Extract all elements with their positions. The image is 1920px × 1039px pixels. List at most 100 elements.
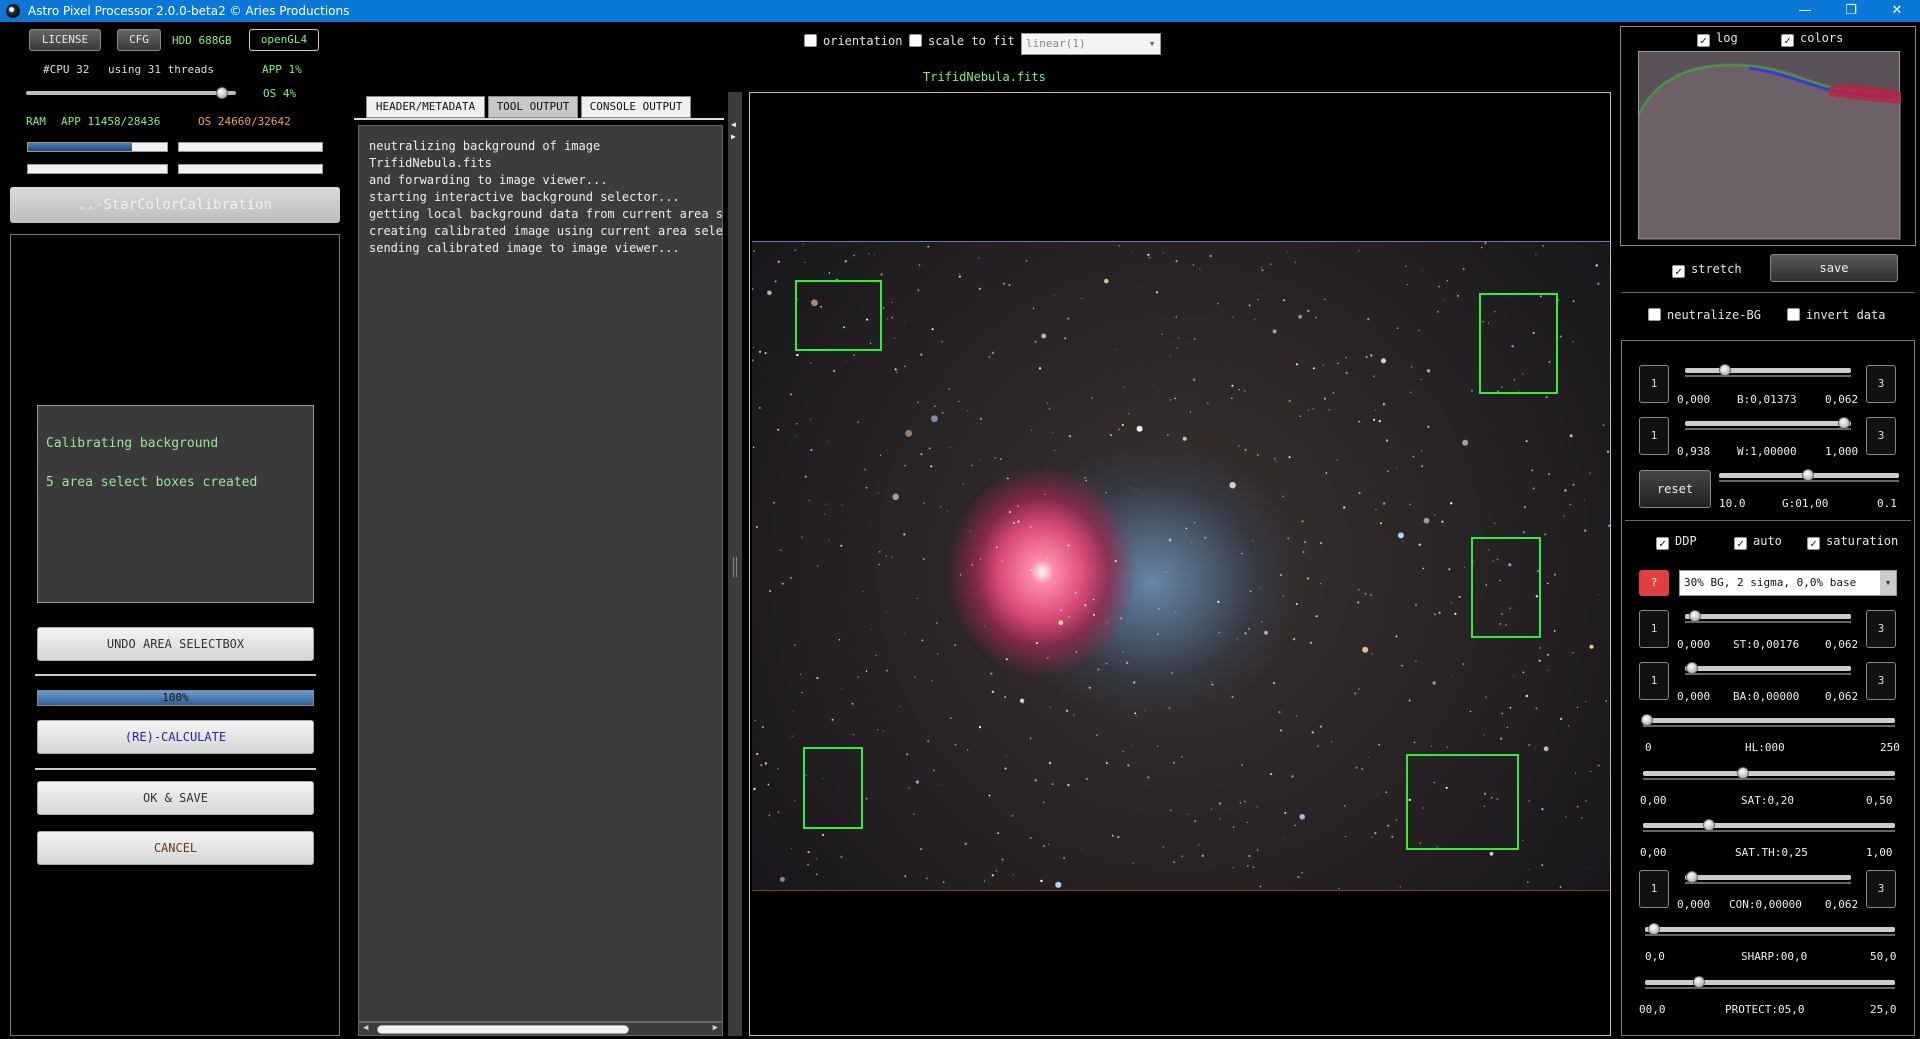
ok-save-button[interactable]: OK & SAVE xyxy=(37,781,314,815)
colors-checkbox-box[interactable]: ✓ xyxy=(1781,34,1794,47)
invert-data-checkbox[interactable]: invert data xyxy=(1787,308,1885,322)
sat-slider[interactable] xyxy=(1643,771,1895,780)
b-slider-knob[interactable] xyxy=(1719,364,1731,376)
hl-slider[interactable] xyxy=(1643,718,1895,727)
scale-to-fit-checkbox-box[interactable] xyxy=(909,34,922,47)
b-slider[interactable] xyxy=(1685,368,1851,377)
ba-increase-button[interactable]: 3 xyxy=(1866,662,1896,700)
os-cpu-label: OS 4% xyxy=(263,87,297,100)
w-decrease-button[interactable]: 1 xyxy=(1639,417,1669,455)
ba-decrease-button[interactable]: 1 xyxy=(1639,662,1669,700)
scale-to-fit-checkbox[interactable]: scale to fit xyxy=(909,34,1015,48)
st-slider-knob[interactable] xyxy=(1689,610,1701,622)
star xyxy=(1256,806,1258,808)
protect-slider[interactable] xyxy=(1645,980,1895,989)
ddp-checkbox[interactable]: ✓ DDP xyxy=(1656,534,1697,550)
con-slider[interactable] xyxy=(1685,875,1851,884)
cancel-button[interactable]: CANCEL xyxy=(37,831,314,865)
con-increase-button[interactable]: 3 xyxy=(1866,870,1896,908)
w-slider-knob[interactable] xyxy=(1838,417,1850,429)
protect-slider-knob[interactable] xyxy=(1693,976,1705,988)
scroll-right-icon[interactable]: ▶ xyxy=(713,1023,718,1033)
save-button[interactable]: save xyxy=(1770,254,1898,282)
stretch-checkbox-box[interactable]: ✓ xyxy=(1672,265,1685,278)
neutralize-bg-checkbox-box[interactable] xyxy=(1648,308,1661,321)
area-select-box[interactable] xyxy=(1471,537,1541,638)
star xyxy=(988,794,991,797)
w-slider[interactable] xyxy=(1685,421,1851,430)
stretch-mode-select[interactable]: linear(1) ▾ xyxy=(1021,33,1161,55)
threads-slider[interactable] xyxy=(26,91,236,95)
astro-image[interactable] xyxy=(752,241,1610,891)
saturation-checkbox-box[interactable]: ✓ xyxy=(1807,537,1820,550)
sharp-slider-knob[interactable] xyxy=(1648,923,1660,935)
ba-slider-knob[interactable] xyxy=(1686,662,1698,674)
auto-checkbox[interactable]: ✓ auto xyxy=(1734,534,1782,550)
b-increase-button[interactable]: 3 xyxy=(1866,365,1896,403)
g-slider-knob[interactable] xyxy=(1802,469,1814,481)
help-button[interactable]: ? xyxy=(1639,570,1669,596)
stretch-checkbox[interactable]: ✓ stretch xyxy=(1672,262,1742,278)
star xyxy=(1229,482,1236,489)
undo-area-selectbox-button[interactable]: UNDO AREA SELECTBOX xyxy=(37,627,314,661)
reset-button[interactable]: reset xyxy=(1639,470,1711,508)
restore-button[interactable]: ❐ xyxy=(1828,0,1874,22)
st-decrease-button[interactable]: 1 xyxy=(1639,610,1669,648)
star xyxy=(1525,440,1528,443)
tab-tool-output[interactable]: TOOL OUTPUT xyxy=(488,96,578,118)
area-select-box[interactable] xyxy=(1479,293,1558,394)
panel-splitter[interactable]: ◀ ▶ xyxy=(728,92,742,1036)
scroll-left-icon[interactable]: ◀ xyxy=(363,1023,368,1033)
hl-slider-knob[interactable] xyxy=(1641,714,1653,726)
invert-data-checkbox-box[interactable] xyxy=(1787,308,1800,321)
area-select-box[interactable] xyxy=(1406,754,1519,850)
threads-slider-knob[interactable] xyxy=(216,87,228,99)
recalculate-button[interactable]: (RE)-CALCULATE xyxy=(37,720,314,754)
colors-checkbox[interactable]: ✓ colors xyxy=(1781,31,1843,47)
tab-console-output[interactable]: CONSOLE OUTPUT xyxy=(581,96,691,118)
star xyxy=(1029,737,1032,740)
orientation-checkbox[interactable]: orientation xyxy=(804,34,902,48)
horizontal-scrollbar[interactable]: ◀ ▶ xyxy=(358,1022,723,1036)
ba-slider[interactable] xyxy=(1685,666,1851,675)
ddp-checkbox-box[interactable]: ✓ xyxy=(1656,537,1669,550)
star xyxy=(1462,663,1465,665)
st-slider[interactable] xyxy=(1685,614,1851,623)
sat-th-slider[interactable] xyxy=(1643,823,1895,832)
opengl-button[interactable]: openGL4 xyxy=(249,29,319,51)
license-button[interactable]: LICENSE xyxy=(29,29,101,51)
star xyxy=(824,513,825,515)
log-checkbox-box[interactable]: ✓ xyxy=(1697,34,1710,47)
sat-th-slider-knob[interactable] xyxy=(1703,819,1715,831)
minimize-button[interactable]: — xyxy=(1782,0,1828,22)
star xyxy=(1194,820,1197,822)
area-select-box[interactable] xyxy=(803,747,863,829)
star xyxy=(1501,712,1504,715)
splitter-grip-icon[interactable] xyxy=(733,557,737,577)
scrollbar-thumb[interactable] xyxy=(377,1025,629,1034)
b-decrease-button[interactable]: 1 xyxy=(1639,365,1669,403)
star xyxy=(904,365,906,367)
star xyxy=(1538,659,1541,662)
saturation-checkbox[interactable]: ✓ saturation xyxy=(1807,534,1898,550)
collapse-left-icon[interactable]: ◀ xyxy=(731,120,736,129)
log-checkbox[interactable]: ✓ log xyxy=(1697,31,1738,47)
tool-selector-button[interactable]: ..-StarColorCalibration xyxy=(10,187,340,223)
image-viewer[interactable] xyxy=(749,92,1611,1036)
cfg-button[interactable]: CFG xyxy=(117,29,161,51)
w-increase-button[interactable]: 3 xyxy=(1866,417,1896,455)
tab-header-metadata[interactable]: HEADER/METADATA xyxy=(366,96,485,118)
neutralize-bg-checkbox[interactable]: neutralize-BG xyxy=(1648,308,1761,322)
st-increase-button[interactable]: 3 xyxy=(1866,610,1896,648)
orientation-checkbox-box[interactable] xyxy=(804,34,817,47)
con-decrease-button[interactable]: 1 xyxy=(1639,870,1669,908)
con-slider-knob[interactable] xyxy=(1686,871,1698,883)
sat-slider-knob[interactable] xyxy=(1737,767,1749,779)
auto-checkbox-box[interactable]: ✓ xyxy=(1734,537,1747,550)
area-select-box[interactable] xyxy=(795,280,882,351)
sharp-slider[interactable] xyxy=(1645,927,1895,936)
collapse-right-icon[interactable]: ▶ xyxy=(731,132,736,141)
star xyxy=(1075,651,1078,653)
close-button[interactable]: ✕ xyxy=(1874,0,1920,22)
ddp-preset-select[interactable]: 30% BG, 2 sigma, 0,0% base ▾ xyxy=(1679,570,1897,596)
